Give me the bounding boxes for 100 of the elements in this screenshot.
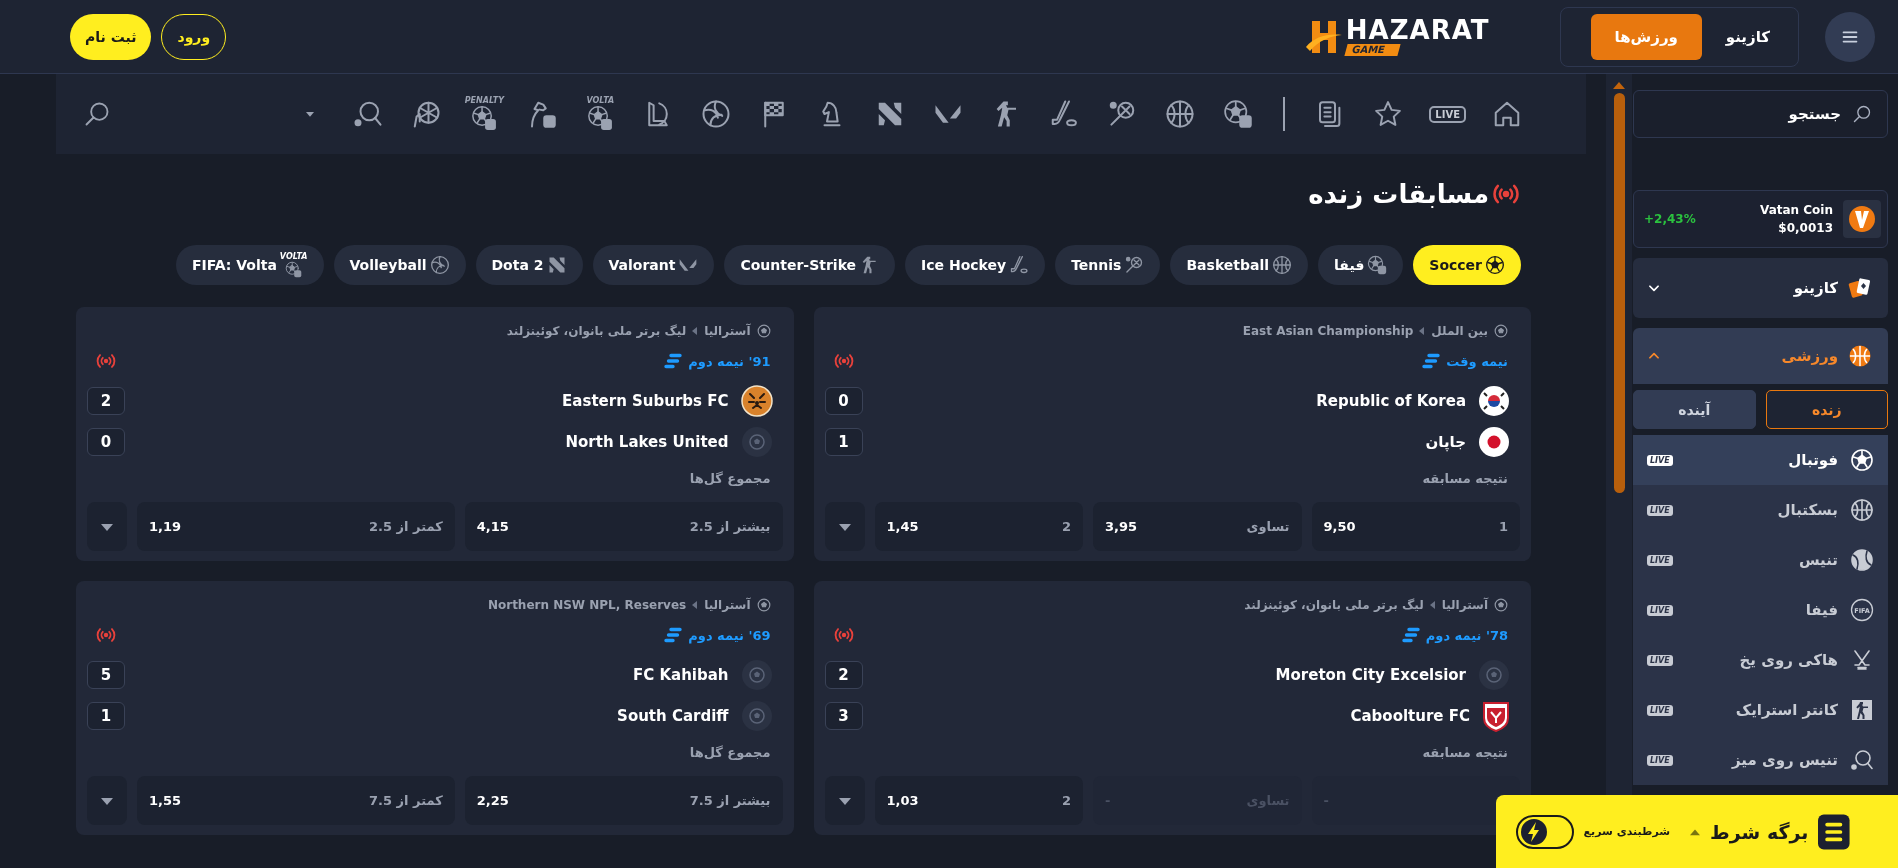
basketball-icon xyxy=(1848,344,1872,368)
sport-chip[interactable]: Counter-Strike xyxy=(724,245,896,285)
sport-chip[interactable]: Soccer xyxy=(1413,245,1521,285)
soccer-ball-badge-icon xyxy=(740,700,773,732)
coin-logo-icon xyxy=(1843,200,1881,238)
star-icon xyxy=(1373,99,1404,129)
odds-value: 9,50 xyxy=(1323,519,1356,534)
bet-slip-bar[interactable]: برگه شرط شرطبندی سریع xyxy=(1496,795,1898,868)
sport-chip[interactable]: Ice Hockey xyxy=(905,245,1046,285)
live-badge: LIVE xyxy=(1647,604,1673,616)
quick-bet-toggle[interactable] xyxy=(1516,814,1574,849)
odds-value: 2,25 xyxy=(476,793,509,808)
sport-button[interactable]: PENALTY xyxy=(461,97,508,131)
caret-icon xyxy=(837,795,852,806)
soccer-ball-icon xyxy=(1850,448,1874,472)
live-badge: LIVE xyxy=(1647,554,1673,566)
score-box: 2 xyxy=(87,387,125,415)
lightning-icon xyxy=(1519,816,1549,847)
odds-label: 2 xyxy=(1061,519,1071,534)
team-name: Moreton City Excelsior xyxy=(1275,666,1466,684)
sport-chip[interactable]: فیفا xyxy=(1318,245,1404,285)
soldier-tile-icon xyxy=(1850,698,1874,722)
quick-bet-label: شرطبندی سریع xyxy=(1583,825,1671,838)
more-button[interactable] xyxy=(87,776,127,825)
circle-flag-icon xyxy=(1478,426,1510,458)
odds-label: تساوی xyxy=(1246,519,1290,534)
league-name[interactable]: Northern NSW NPL, Reserves xyxy=(487,598,687,612)
sport-chip[interactable]: Tennis xyxy=(1055,245,1161,285)
odds-value: 3,95 xyxy=(1105,519,1138,534)
country-name[interactable]: آسترالیا xyxy=(1441,598,1488,612)
live-badge: LIVE xyxy=(1647,704,1673,716)
sport-button[interactable]: VOLTA xyxy=(577,97,624,131)
scroll-thumb[interactable] xyxy=(1613,93,1625,493)
sport-chip[interactable]: Valorant xyxy=(592,245,715,285)
more-button[interactable] xyxy=(87,502,127,551)
odds-value: - xyxy=(1105,793,1111,808)
playing-cards-icon xyxy=(1848,276,1872,300)
team-name: Caboolture FC xyxy=(1350,707,1470,725)
odds-button[interactable]: 1,45 2 xyxy=(874,502,1083,551)
soccer-ball-robot-icon xyxy=(587,105,614,131)
hockey-stick-icon xyxy=(1049,99,1080,129)
odds-value: 1,03 xyxy=(886,793,919,808)
sport-chip[interactable]: VOLTA FIFA: Volta xyxy=(175,245,324,285)
chevron-icon xyxy=(692,327,699,335)
country-name[interactable]: آسترالیا xyxy=(704,324,751,338)
sport-chip[interactable]: Volleyball xyxy=(333,245,466,285)
odds-value: 1,55 xyxy=(149,793,182,808)
tennis-ball-icon xyxy=(1850,548,1874,572)
live-badge: LIVE xyxy=(1647,754,1673,766)
soccer-ball-icon xyxy=(1494,598,1508,612)
hockey-stick-icon xyxy=(1009,255,1030,275)
team-name: Eastern Suburbs FC xyxy=(562,392,729,410)
league-name[interactable]: لیگ برتر ملی بانوان، کوئینزلند xyxy=(506,324,687,338)
menu-section[interactable]: کازینو xyxy=(1633,258,1888,318)
country-name[interactable]: آسترالیا xyxy=(704,598,751,612)
market-label: مجموع گل‌ها xyxy=(688,471,772,488)
stats-bars-icon xyxy=(664,353,683,369)
menu-section[interactable]: ورزشی xyxy=(1633,328,1888,384)
sport-label: هاکی روی یخ xyxy=(1739,651,1838,669)
caret-icon xyxy=(100,521,114,532)
sport-label: کانتر استرایک xyxy=(1735,701,1838,719)
soccer-ball-icon xyxy=(1485,255,1505,275)
live-badge[interactable]: LIVE xyxy=(1429,105,1466,123)
odds-label: بیشتر از 7.5 xyxy=(689,793,771,808)
sport-chip[interactable]: Dota 2 xyxy=(475,245,583,285)
icon-tag: VOLTA xyxy=(279,252,308,261)
team-name: FC Kahibah xyxy=(632,666,729,684)
taegeuk-flag-icon xyxy=(1478,385,1510,417)
soccer-ball-robot-icon xyxy=(471,105,498,131)
filter-tab[interactable]: زنده xyxy=(1765,390,1888,429)
chevron-icon xyxy=(1429,601,1436,609)
chevron-icon xyxy=(692,601,699,609)
search-field[interactable]: جستجو xyxy=(1633,90,1888,138)
menu-button[interactable] xyxy=(1825,11,1875,62)
league-name[interactable]: East Asian Championship xyxy=(1242,324,1414,338)
odds-label: بیشتر از 2.5 xyxy=(689,519,771,534)
sport-chip[interactable]: Basketball xyxy=(1170,245,1309,285)
section-tab[interactable]: کازینو xyxy=(1701,13,1794,60)
match-time: نیمه وقت xyxy=(1446,353,1508,369)
sport-label: بسکتبال xyxy=(1777,501,1838,519)
sport-label: تنیس روی میز xyxy=(1732,751,1838,769)
score-box: 1 xyxy=(87,702,125,730)
register-button[interactable]: ثبت نام xyxy=(70,13,152,60)
hand-ball-icon xyxy=(411,99,442,129)
score-box: 0 xyxy=(87,428,125,456)
odds-button[interactable]: 1,03 2 xyxy=(874,776,1083,825)
more-button[interactable] xyxy=(824,502,865,551)
market-label: نتیجه مسابقه xyxy=(1421,745,1509,762)
tennis-racket-icon xyxy=(1124,255,1145,275)
filter-tab[interactable]: آینده xyxy=(1633,390,1756,429)
more-button[interactable] xyxy=(824,776,865,825)
coin-card[interactable]: Vatan Coin $0,0013 +2,43% xyxy=(1633,190,1888,248)
search-icon xyxy=(1852,104,1872,124)
country-name[interactable]: بین الملل xyxy=(1431,324,1488,338)
live-badge: LIVE xyxy=(1647,504,1673,516)
soccer-ball-robot-icon xyxy=(1223,99,1254,129)
league-name[interactable]: لیگ برتر ملی بانوان، کوئینزلند xyxy=(1244,598,1424,612)
odds-button[interactable]: 9,50 1 xyxy=(1311,502,1520,551)
score-box: 0 xyxy=(824,387,863,415)
scrollbar[interactable] xyxy=(1606,74,1632,795)
